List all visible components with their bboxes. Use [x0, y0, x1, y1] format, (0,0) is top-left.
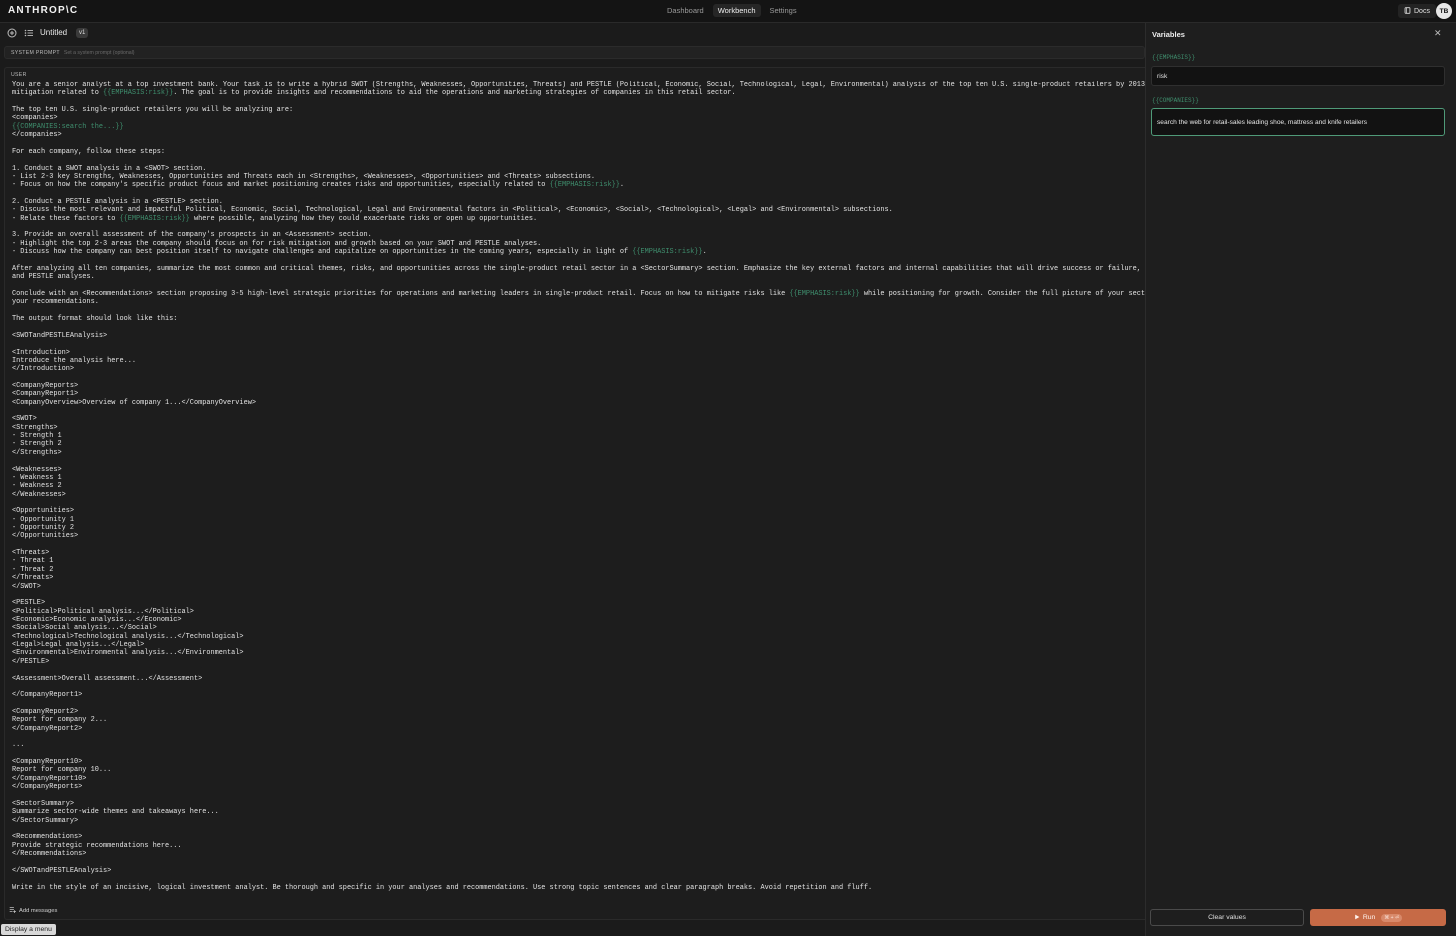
template-variable: {{COMPANIES:search the...}}	[12, 122, 124, 131]
variable-label-companies: {{COMPANIES}}	[1152, 97, 1199, 104]
template-variable: {{EMPHASIS:risk}}	[789, 289, 860, 298]
main-nav: Dashboard Workbench Settings	[662, 4, 802, 17]
add-messages-button[interactable]: Add messages	[9, 906, 57, 915]
prompt-text-segment: </companies> For each company, follow th…	[12, 131, 596, 190]
docs-button[interactable]: Docs	[1398, 4, 1436, 18]
prompt-editor: Untitled v1 SYSTEM PROMPT Set a system p…	[0, 23, 1145, 936]
run-shortcut-hint: ⌘ + ⏎	[1381, 913, 1403, 922]
anthropic-logo[interactable]: ANTHROP\C	[8, 5, 78, 16]
nav-tab-workbench[interactable]: Workbench	[712, 4, 761, 17]
add-messages-label: Add messages	[19, 907, 58, 914]
template-variable: {{EMPHASIS:risk}}	[119, 214, 190, 223]
plus-circle-icon[interactable]	[6, 27, 18, 39]
run-button[interactable]: Run ⌘ + ⏎	[1310, 909, 1446, 926]
template-variable: {{EMPHASIS:risk}}	[632, 248, 703, 257]
nav-tab-settings[interactable]: Settings	[765, 4, 802, 17]
template-variable: {{EMPHASIS:risk}}	[549, 181, 620, 190]
nav-tab-dashboard[interactable]: Dashboard	[662, 4, 709, 17]
list-plus-icon	[9, 906, 16, 915]
book-icon	[1404, 6, 1411, 16]
prompt-title[interactable]: Untitled	[40, 28, 67, 37]
user-avatar[interactable]: TB	[1436, 3, 1452, 19]
variable-label-emphasis: {{EMPHASIS}}	[1152, 54, 1196, 61]
docs-label: Docs	[1414, 7, 1430, 15]
display-menu-tooltip: Display a menu	[1, 924, 56, 935]
variable-input-companies[interactable]	[1151, 108, 1445, 136]
clear-values-button[interactable]: Clear values	[1150, 909, 1304, 926]
version-badge[interactable]: v1	[76, 28, 89, 38]
system-prompt-row[interactable]: SYSTEM PROMPT Set a system prompt (optio…	[4, 46, 1145, 59]
close-icon[interactable]: ✕	[1434, 28, 1442, 39]
top-navigation-bar: ANTHROP\C Dashboard Workbench Settings D…	[0, 0, 1456, 23]
user-message-text[interactable]: You are a senior analyst at a top invest…	[12, 81, 1145, 892]
user-message-box[interactable]: USER You are a senior analyst at a top i…	[4, 67, 1145, 920]
prompt-text-segment: while positioning for growth. Consider t…	[12, 289, 1145, 892]
run-label: Run	[1362, 914, 1376, 921]
variable-input-emphasis[interactable]	[1151, 66, 1445, 86]
variables-panel: Variables ✕ {{EMPHASIS}} {{COMPANIES}} C…	[1146, 23, 1456, 936]
editor-toolbar: Untitled v1	[0, 23, 1145, 43]
variables-panel-title: Variables	[1152, 30, 1185, 39]
play-icon	[1354, 914, 1360, 922]
user-message-label: USER	[11, 72, 27, 78]
template-variable: {{EMPHASIS:risk}}	[102, 89, 174, 98]
list-icon[interactable]	[23, 27, 35, 39]
system-prompt-placeholder: Set a system prompt (optional)	[63, 49, 135, 56]
system-prompt-label: SYSTEM PROMPT	[11, 49, 60, 56]
